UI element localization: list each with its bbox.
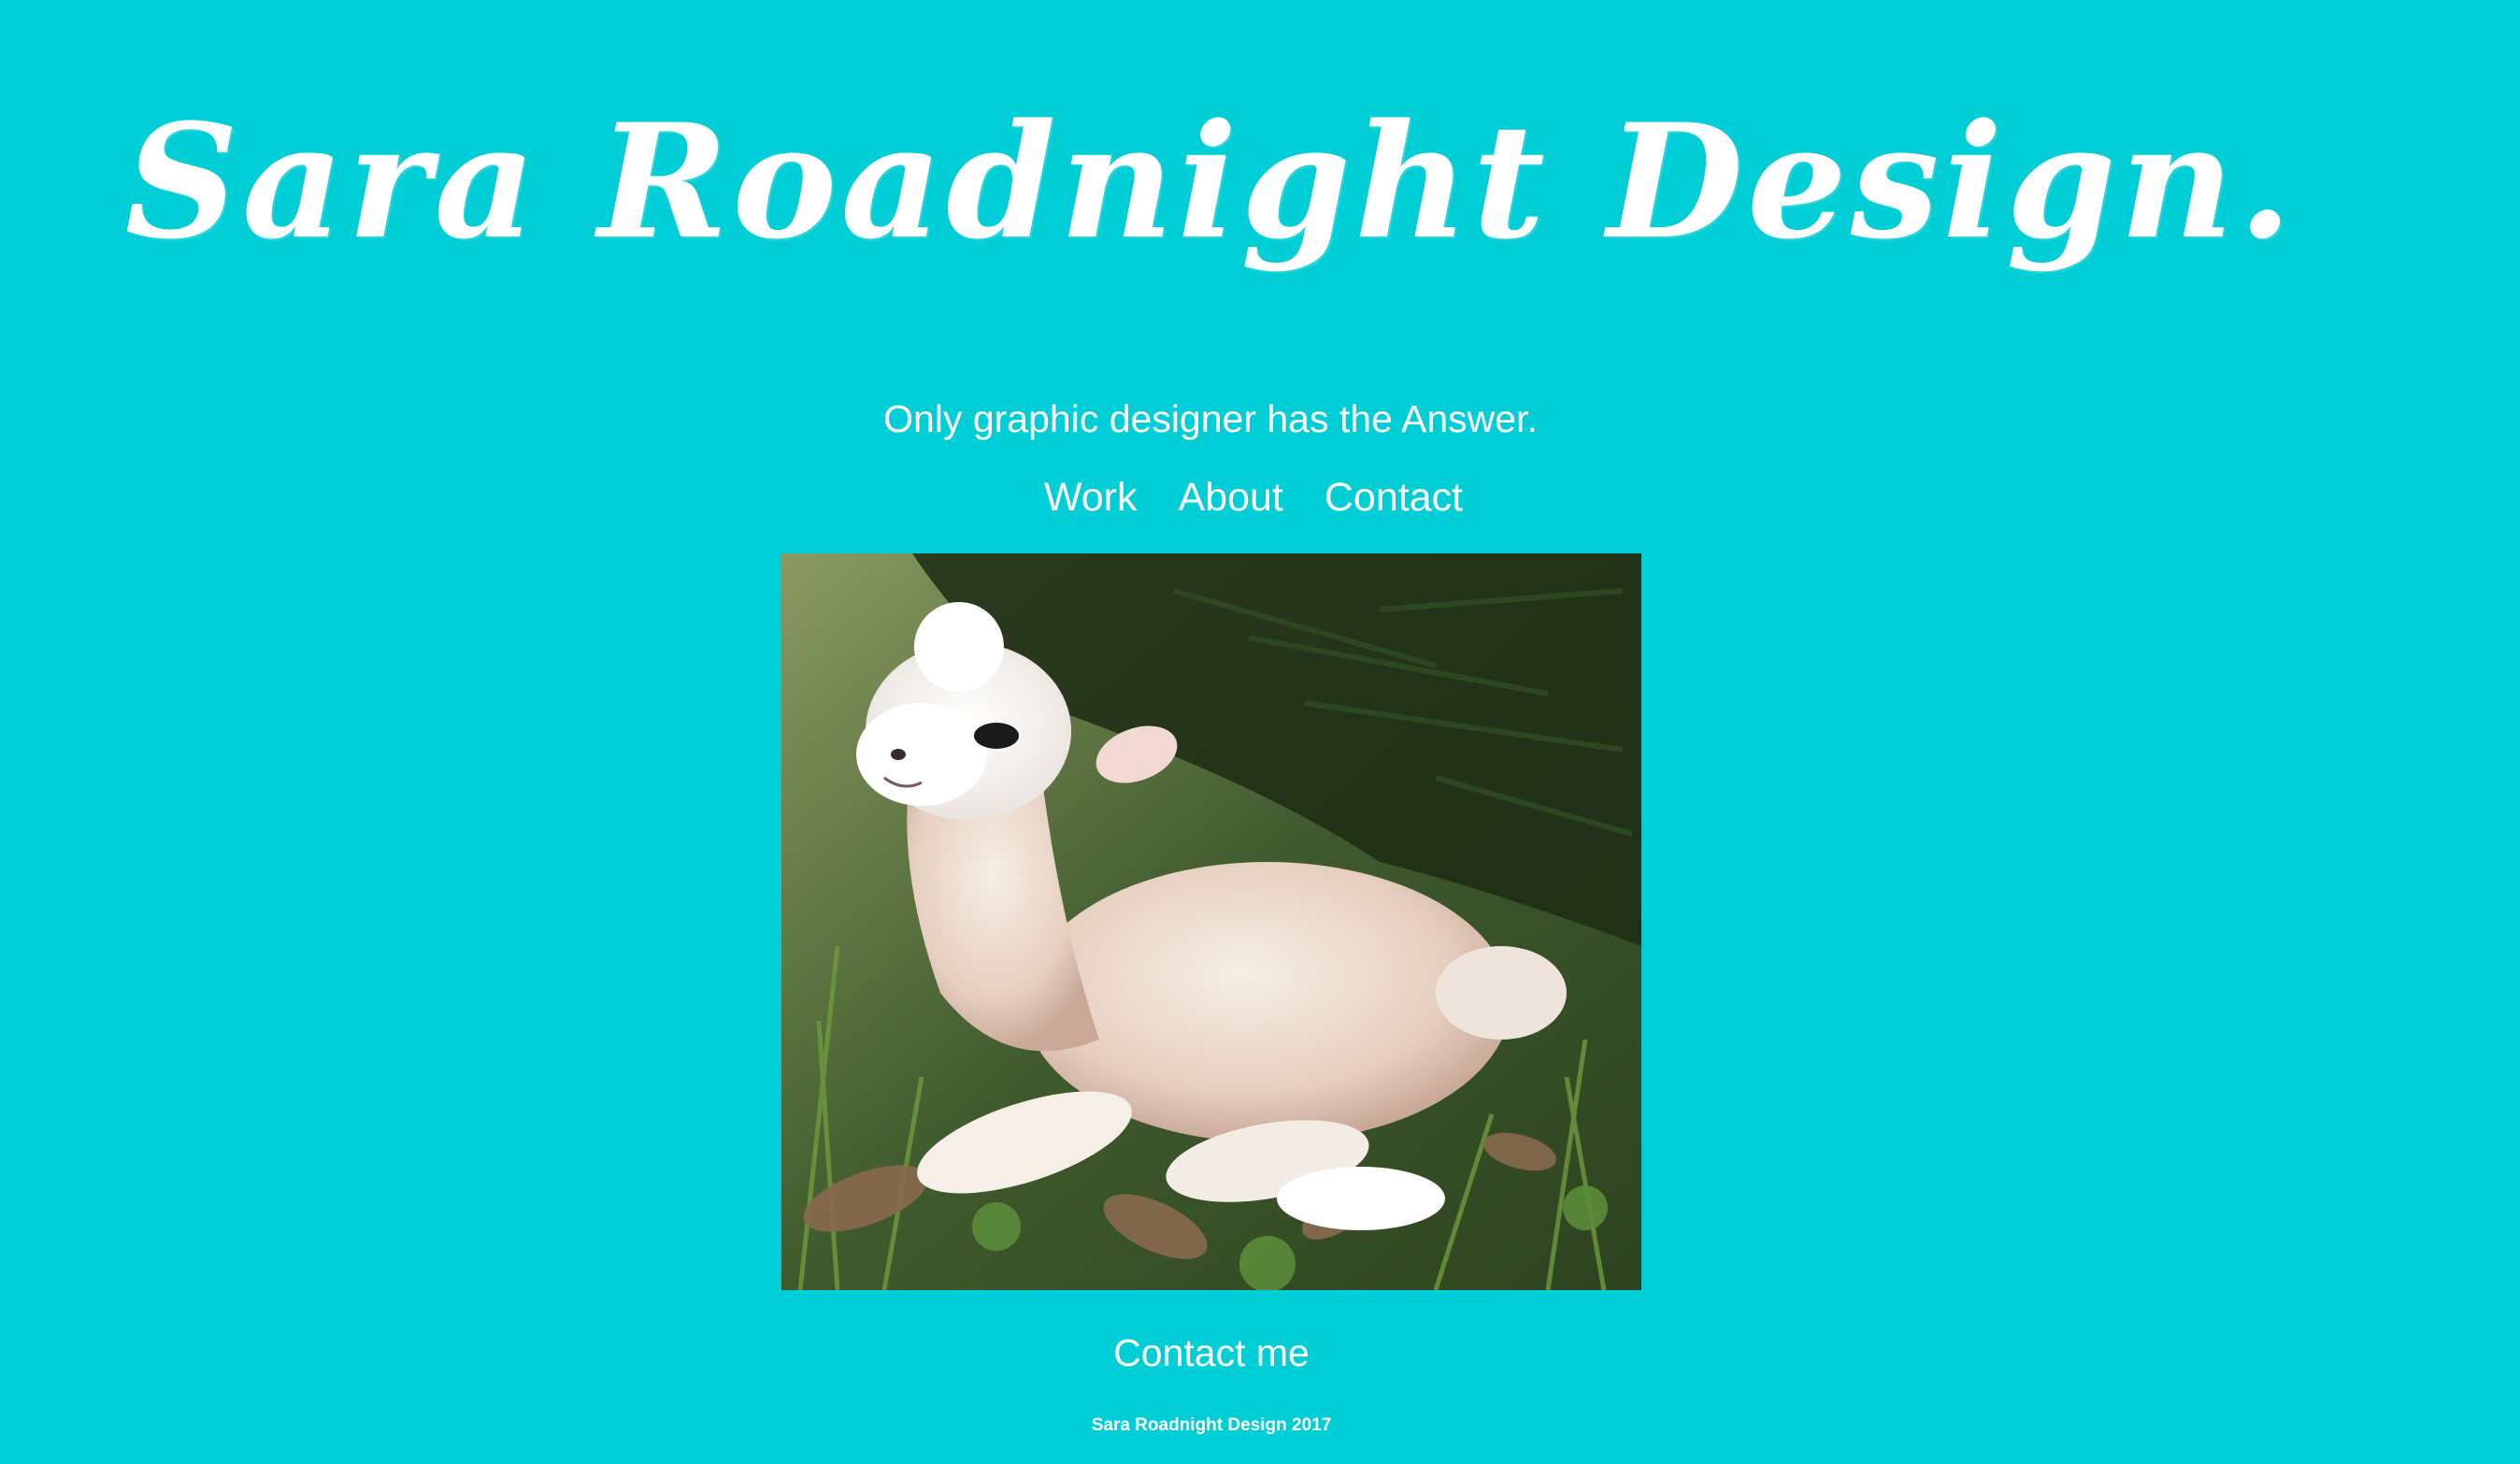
contact-me-link[interactable]: Contact me	[1113, 1331, 1310, 1374]
page: Sara Roadnight Design. Only graphic desi…	[0, 0, 2520, 1464]
site-title: Sara Roadnight Design.	[124, 89, 2297, 274]
contact-me-link-wrap: Contact me	[0, 1331, 2423, 1375]
nav-link-work[interactable]: Work	[1044, 475, 1138, 521]
nav-link-contact[interactable]: Contact	[1324, 475, 1463, 521]
tagline: Only graphic designer has the Answer.	[883, 397, 1538, 440]
footer-copyright: Sara Roadnight Design 2017	[1091, 1415, 1332, 1435]
main-nav: Work About Contact	[0, 475, 2507, 521]
nav-link-about[interactable]: About	[1178, 475, 1282, 521]
hero-image	[781, 553, 1641, 1290]
alpaca-photo	[781, 553, 1641, 1290]
